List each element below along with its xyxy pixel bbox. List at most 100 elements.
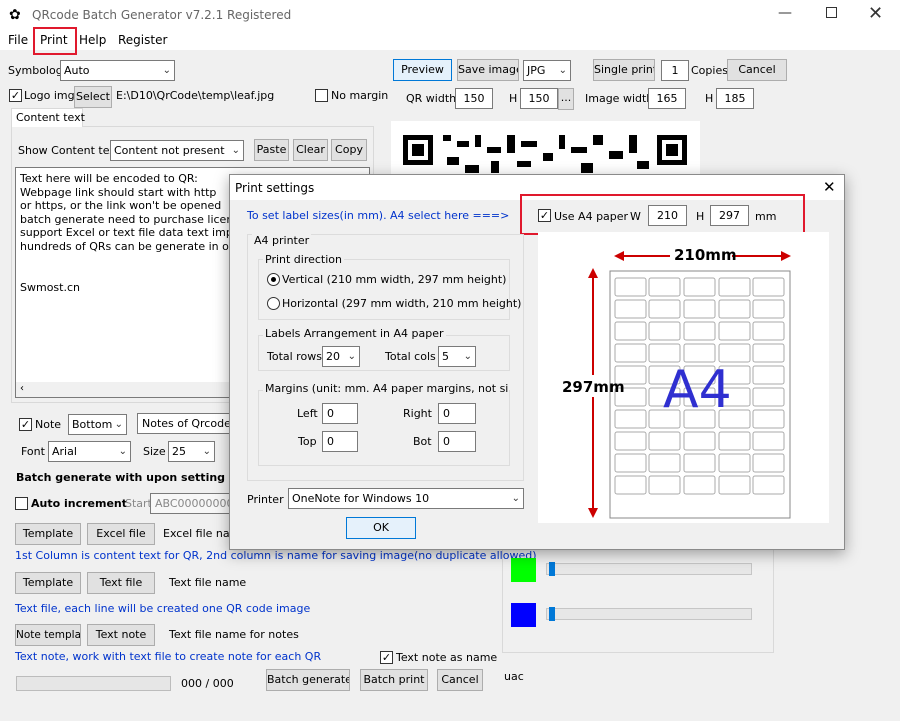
note-color-swatch[interactable] [511, 558, 536, 582]
minimize-icon[interactable]: — [778, 5, 792, 21]
more-options-button[interactable]: ... [558, 88, 574, 110]
a4-printer-title: A4 printer [252, 234, 312, 248]
single-print-button[interactable]: Single print [593, 59, 655, 81]
menu-help[interactable]: Help [79, 33, 106, 47]
menu-file[interactable]: File [8, 33, 28, 47]
qr-height-input[interactable]: 150 [520, 88, 558, 109]
total-cols-select[interactable]: 5 ⌄ [438, 346, 476, 367]
horizontal-radio[interactable] [267, 297, 280, 310]
batch-generate-button[interactable]: Batch generate [266, 669, 350, 691]
paper-height-text: 297mm [562, 378, 625, 396]
excel-info: 1st Column is content text for QR, 2nd c… [15, 549, 537, 562]
note-text-input[interactable]: Notes of Qrcode [137, 413, 232, 434]
top-margin-input[interactable]: 0 [322, 431, 358, 452]
chevron-down-icon: ⌄ [463, 351, 472, 362]
chevron-down-icon: ⌄ [114, 419, 123, 430]
right-margin-label: Right [403, 407, 432, 420]
total-cols-label: Total cols [385, 350, 436, 363]
app-icon: ✿ [9, 7, 21, 23]
total-rows-label: Total rows [267, 350, 322, 363]
chevron-down-icon: ⌄ [162, 65, 171, 76]
close-icon[interactable]: ✕ [868, 3, 883, 24]
batch-print-button[interactable]: Batch print [360, 669, 428, 691]
ok-button[interactable]: OK [346, 517, 416, 539]
vertical-label: Vertical (210 mm width, 297 mm height) [282, 273, 507, 286]
font-select[interactable]: Arial ⌄ [48, 441, 131, 462]
batch-cancel-button[interactable]: Cancel [437, 669, 483, 691]
printer-select[interactable]: OneNote for Windows 10 ⌄ [288, 488, 524, 509]
chevron-down-icon: ⌄ [231, 145, 240, 156]
left-margin-input[interactable]: 0 [322, 403, 358, 424]
text-note-as-name-checkbox[interactable]: ✓ [380, 651, 393, 664]
logo-img-checkbox[interactable]: ✓ [9, 89, 22, 102]
qr-width-input[interactable]: 150 [455, 88, 493, 109]
select-logo-button[interactable]: Select [74, 86, 112, 108]
excel-file-button[interactable]: Excel file [87, 523, 155, 545]
paste-button[interactable]: Paste [254, 139, 289, 161]
margins-title: Margins (unit: mm. A4 paper margins, not… [263, 382, 509, 396]
show-content-label: Show Content text [18, 144, 121, 157]
text-template-button[interactable]: Template [15, 572, 81, 594]
image-height-label: H [705, 92, 714, 105]
note-checkbox[interactable]: ✓ [19, 418, 32, 431]
content-line: Swmost.cn [20, 281, 80, 294]
auto-increment-label: Auto increment [31, 497, 128, 510]
slider-thumb[interactable] [549, 562, 555, 576]
excel-template-button[interactable]: Template [15, 523, 81, 545]
note-label: Note [35, 418, 62, 431]
copies-label: Copies [691, 64, 728, 77]
chevron-down-icon: ⌄ [347, 351, 356, 362]
size-select[interactable]: 25 ⌄ [168, 441, 215, 462]
image-height-input[interactable]: 185 [716, 88, 754, 109]
clear-button[interactable]: Clear [293, 139, 328, 161]
copies-input[interactable]: 1 [661, 60, 689, 81]
vertical-radio[interactable] [267, 273, 280, 286]
background-color-slider[interactable] [546, 607, 752, 621]
text-file-button[interactable]: Text file [87, 572, 155, 594]
dialog-close-icon[interactable]: ✕ [823, 178, 836, 196]
bottom-margin-input[interactable]: 0 [438, 431, 476, 452]
save-image-button[interactable]: Save image [457, 59, 519, 81]
text-file-name-label: Text file name [169, 576, 247, 589]
note-template-button[interactable]: Note template [15, 624, 81, 646]
qr-height-label: H [509, 92, 518, 105]
a4-paper-illustration: 210mm 297mm A4 [538, 232, 829, 523]
copy-button[interactable]: Copy [331, 139, 367, 161]
menu-register[interactable]: Register [118, 33, 167, 47]
auto-increment-checkbox[interactable] [15, 497, 28, 510]
text-info: Text file, each line will be created one… [15, 602, 311, 615]
print-direction-title: Print direction [263, 253, 345, 267]
scroll-left-icon[interactable]: ‹ [20, 383, 24, 394]
logo-img-label: Logo img [24, 89, 75, 102]
tab-content-text[interactable]: Content text [11, 108, 85, 127]
start-value-input[interactable]: ABC000000000 [150, 493, 232, 514]
window-title: QRcode Batch Generator v7.2.1 Registered [32, 8, 292, 22]
note-color-slider[interactable] [546, 562, 752, 576]
preview-button[interactable]: Preview [393, 59, 452, 81]
content-line: or https, or the link won't be opened [20, 199, 222, 212]
qr-width-label: QR width [406, 92, 457, 105]
maximize-icon[interactable] [826, 7, 837, 18]
arrangement-title: Labels Arrangement in A4 paper [263, 327, 446, 341]
margins-group [258, 390, 510, 466]
paper-width-text: 210mm [674, 246, 737, 264]
symbology-select[interactable]: Auto ⌄ [60, 60, 175, 81]
start-label: Start [125, 497, 152, 510]
top-margin-label: Top [298, 435, 317, 448]
right-margin-input[interactable]: 0 [438, 403, 476, 424]
slider-thumb[interactable] [549, 607, 555, 621]
content-line: Text here will be encoded to QR: [20, 172, 198, 185]
show-content-select[interactable]: Content not present ⌄ [110, 140, 244, 161]
note-position-select[interactable]: Bottom ⌄ [68, 414, 127, 435]
batch-progress-bar [16, 676, 171, 691]
background-color-swatch[interactable] [511, 603, 536, 627]
image-width-input[interactable]: 165 [648, 88, 686, 109]
total-rows-select[interactable]: 20 ⌄ [322, 346, 360, 367]
printer-label: Printer [247, 493, 284, 506]
qr-preview [391, 121, 700, 181]
content-line: batch generate need to purchase license [20, 213, 246, 226]
cancel-top-button[interactable]: Cancel [727, 59, 787, 81]
format-select[interactable]: JPG ⌄ [523, 60, 571, 81]
no-margin-checkbox[interactable] [315, 89, 328, 102]
text-note-button[interactable]: Text note [87, 624, 155, 646]
